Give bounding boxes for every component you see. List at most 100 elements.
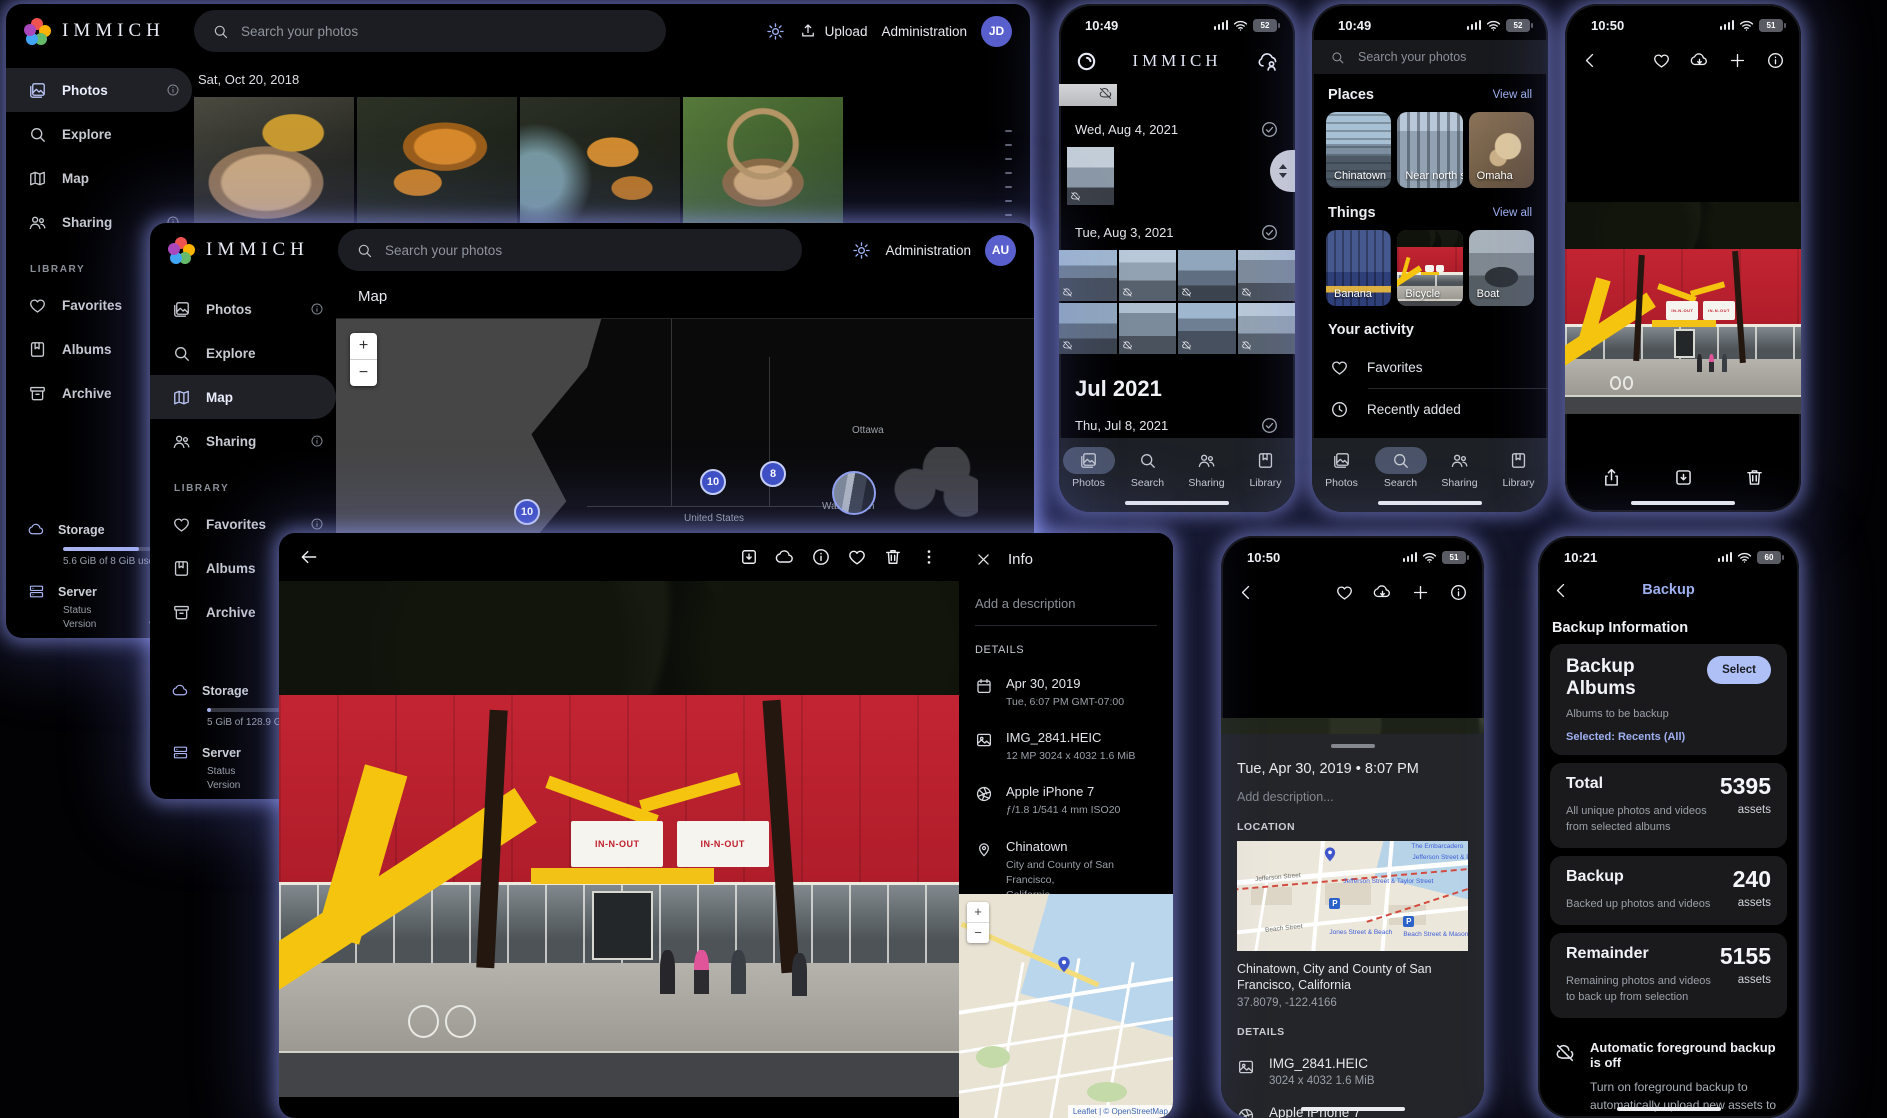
- sidebar-item-map[interactable]: Map: [6, 156, 192, 200]
- sidebar-item-map[interactable]: Map: [150, 375, 336, 419]
- avatar[interactable]: JD: [981, 16, 1012, 47]
- location-map[interactable]: + − Leaflet | © OpenStreetMap: [959, 894, 1173, 1118]
- nav-library[interactable]: Library: [1237, 447, 1295, 512]
- timeline-scrubber-handle[interactable]: [1270, 150, 1295, 192]
- search-input[interactable]: Search your photos: [194, 10, 666, 52]
- favorites-row[interactable]: Favorites: [1312, 347, 1548, 388]
- home-indicator[interactable]: [1617, 1107, 1721, 1111]
- photo-thumbnail[interactable]: [1059, 303, 1117, 354]
- theme-toggle-button[interactable]: [766, 22, 785, 41]
- add-description-field[interactable]: Add description...: [1237, 790, 1468, 804]
- thing-card[interactable]: Banana: [1326, 230, 1391, 306]
- recently-added-row[interactable]: Recently added: [1312, 389, 1548, 430]
- back-chevron-icon[interactable]: [1552, 581, 1571, 600]
- delete-icon[interactable]: [1744, 467, 1765, 488]
- upload-cloud-icon[interactable]: [775, 547, 795, 567]
- delete-icon[interactable]: [883, 547, 903, 567]
- share-icon[interactable]: [1601, 467, 1622, 488]
- back-icon[interactable]: [299, 547, 319, 567]
- photo-thumbnail[interactable]: [520, 97, 680, 235]
- photo-thumbnail[interactable]: [1178, 250, 1236, 301]
- close-icon[interactable]: [975, 551, 992, 568]
- photo-thumbnail[interactable]: [1119, 303, 1177, 354]
- photo-thumbnail[interactable]: [1059, 250, 1117, 301]
- add-icon[interactable]: [1728, 51, 1747, 70]
- thing-card[interactable]: Boat: [1469, 230, 1534, 306]
- select-check-icon[interactable]: [1260, 120, 1279, 139]
- home-indicator[interactable]: [1631, 501, 1735, 505]
- immich-logo[interactable]: IMMICH: [168, 237, 324, 264]
- select-check-icon[interactable]: [1260, 223, 1279, 242]
- location-map[interactable]: Jefferson Street Jefferson Street & Tayl…: [1237, 841, 1468, 951]
- photo-thumbnail[interactable]: [357, 97, 517, 235]
- favorite-icon[interactable]: [1335, 583, 1354, 602]
- photo-thumbnail[interactable]: [1119, 250, 1177, 301]
- photo-thumbnail[interactable]: [194, 97, 354, 235]
- more-options-icon[interactable]: [919, 547, 939, 567]
- administration-link[interactable]: Administration: [885, 243, 971, 258]
- search-input[interactable]: Search your photos: [1312, 40, 1548, 74]
- info-icon[interactable]: [310, 302, 324, 316]
- map-attribution[interactable]: Leaflet | © OpenStreetMap: [1068, 1105, 1173, 1118]
- map-zoom-control[interactable]: + −: [350, 333, 377, 386]
- archive-icon[interactable]: [1673, 467, 1694, 488]
- sidebar-item-sharing[interactable]: Sharing: [150, 419, 336, 463]
- map-photo-marker[interactable]: [832, 471, 876, 515]
- immich-logo[interactable]: IMMICH: [24, 18, 180, 45]
- search-input[interactable]: Search your photos: [338, 229, 802, 271]
- home-indicator[interactable]: [1301, 1107, 1405, 1111]
- photo-thumbnail[interactable]: [1067, 147, 1114, 205]
- home-indicator[interactable]: [1378, 501, 1482, 505]
- photo-thumbnail[interactable]: [1059, 84, 1117, 106]
- info-icon[interactable]: [1766, 51, 1785, 70]
- place-card[interactable]: Chinatown: [1326, 112, 1391, 188]
- zoom-out-button[interactable]: −: [967, 923, 989, 943]
- favorite-icon[interactable]: [847, 547, 867, 567]
- administration-link[interactable]: Administration: [881, 24, 967, 39]
- upload-cloud-icon[interactable]: [1690, 51, 1709, 70]
- map-cluster-marker[interactable]: 8: [760, 461, 786, 487]
- upload-cloud-icon[interactable]: [1373, 583, 1392, 602]
- sidebar-item-explore[interactable]: Explore: [6, 112, 192, 156]
- map-cluster-marker[interactable]: 10: [700, 469, 726, 495]
- info-icon[interactable]: [811, 547, 831, 567]
- photo-thumbnail[interactable]: [683, 97, 843, 235]
- download-icon[interactable]: [739, 547, 759, 567]
- map-zoom-control[interactable]: + −: [967, 902, 989, 943]
- info-icon[interactable]: [310, 434, 324, 448]
- photo-thumbnail[interactable]: [1178, 303, 1236, 354]
- nav-library[interactable]: Library: [1490, 447, 1548, 512]
- select-check-icon[interactable]: [1260, 416, 1279, 435]
- map-cluster-marker[interactable]: 10: [514, 499, 540, 525]
- nav-photos[interactable]: Photos: [1313, 447, 1371, 512]
- sidebar-item-photos[interactable]: Photos: [6, 68, 192, 112]
- photo-thumbnail[interactable]: [1238, 250, 1296, 301]
- select-button[interactable]: Select: [1707, 656, 1771, 684]
- view-all-link[interactable]: View all: [1493, 89, 1532, 101]
- sidebar-item-explore[interactable]: Explore: [150, 331, 336, 375]
- info-icon[interactable]: [310, 517, 324, 531]
- sidebar-item-photos[interactable]: Photos: [150, 287, 336, 331]
- immich-logo-icon[interactable]: [1075, 50, 1098, 73]
- thing-card[interactable]: IN-N-OUTIN-N-OUT Bicycle: [1397, 230, 1462, 306]
- photo-edge[interactable]: [1221, 718, 1484, 734]
- place-card[interactable]: Omaha: [1469, 112, 1534, 188]
- zoom-out-button[interactable]: −: [350, 360, 377, 386]
- nav-photos[interactable]: Photos: [1060, 447, 1118, 512]
- zoom-in-button[interactable]: +: [350, 333, 377, 360]
- info-icon[interactable]: [166, 83, 180, 97]
- add-icon[interactable]: [1411, 583, 1430, 602]
- upload-button[interactable]: Upload: [799, 22, 868, 40]
- back-chevron-icon[interactable]: [1581, 51, 1600, 70]
- info-icon[interactable]: [1449, 583, 1468, 602]
- view-all-link[interactable]: View all: [1493, 207, 1532, 219]
- home-indicator[interactable]: [1125, 501, 1229, 505]
- sheet-drag-handle[interactable]: [1331, 744, 1375, 748]
- favorite-icon[interactable]: [1652, 51, 1671, 70]
- add-description-field[interactable]: Add a description: [975, 596, 1157, 626]
- avatar[interactable]: AU: [985, 235, 1016, 266]
- place-card[interactable]: Near north side: [1397, 112, 1462, 188]
- theme-toggle-button[interactable]: [852, 241, 871, 260]
- in-n-out-photo[interactable]: IN-N-OUT IN-N-OUT: [1565, 202, 1801, 414]
- zoom-in-button[interactable]: +: [967, 902, 989, 923]
